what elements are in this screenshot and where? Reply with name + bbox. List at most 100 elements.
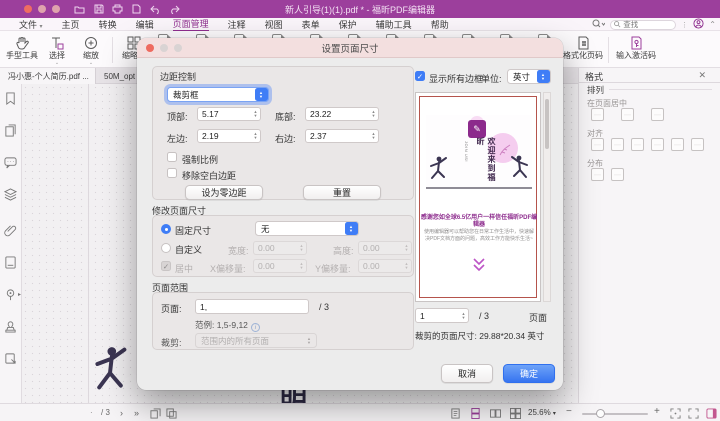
layers-panel-icon[interactable] (4, 188, 18, 202)
attachments-panel-icon[interactable] (4, 224, 18, 238)
export-panel-icon[interactable] (4, 352, 18, 366)
search-input[interactable] (623, 20, 669, 29)
menu-home[interactable]: 主页 (62, 18, 80, 31)
page-number-field[interactable]: · (90, 408, 93, 417)
zoom-tool-icon (74, 33, 108, 50)
continuous-view-icon[interactable] (470, 408, 481, 419)
stamps-panel-icon[interactable] (4, 320, 18, 334)
align-right-icon[interactable] (631, 138, 644, 151)
align-top-icon[interactable] (651, 138, 664, 151)
show-all-borders-label: 显示所有边框 (429, 72, 483, 85)
zero-margin-button[interactable]: 设为零边距 (185, 185, 263, 200)
right-margin-field[interactable]: 2.37▲▼ (305, 129, 379, 143)
sidebar-expand-arrow-icon[interactable]: ▸ (18, 291, 21, 298)
facing-view-icon[interactable] (490, 408, 501, 419)
banner-leaf-decor (498, 143, 512, 157)
fixed-size-dropdown[interactable]: 无 ▲▼ (255, 221, 359, 236)
show-all-borders-checkbox[interactable]: ✓ (415, 71, 425, 81)
stepper-icon[interactable]: ▲▼ (369, 132, 378, 139)
align-center-icon[interactable] (611, 138, 624, 151)
ok-button[interactable]: 确定 (503, 364, 555, 383)
format-page-number-button[interactable]: 格式化页码 (560, 33, 606, 61)
pages-panel-icon[interactable] (4, 124, 18, 138)
align-bottom-icon[interactable] (691, 138, 704, 151)
next-page-icon[interactable]: › (120, 408, 123, 418)
info-icon[interactable]: i (251, 323, 260, 332)
clipboard-copy-icon[interactable] (166, 408, 177, 419)
distribute-vertical-icon[interactable] (611, 168, 624, 181)
menu-protect[interactable]: 保护 (339, 18, 357, 31)
constrain-proportions-checkbox[interactable] (167, 152, 177, 162)
chevron-down-icon: ▾ (553, 411, 556, 417)
preview-page-field[interactable]: 1▲▼ (415, 308, 469, 323)
zoom-out-button[interactable]: − (566, 406, 572, 417)
document-tab-1[interactable]: 冯小惠-个人简历.pdf ... (0, 68, 96, 84)
zoom-in-button[interactable]: + (654, 406, 660, 417)
cancel-button[interactable]: 取消 (441, 364, 493, 383)
x-offset-field: 0.00▲▼ (253, 259, 307, 273)
select-tool-button[interactable]: 选择⌄ (40, 33, 74, 65)
fit-page-icon[interactable] (670, 408, 681, 419)
left-margin-field[interactable]: 2.19▲▼ (197, 129, 261, 143)
menu-comment[interactable]: 注释 (228, 18, 246, 31)
menu-view[interactable]: 视图 (265, 18, 283, 31)
menu-accessibility[interactable]: 辅助工具 (376, 18, 412, 31)
zoom-tool-button[interactable]: 缩放⌄ (74, 33, 108, 65)
align-left-icon[interactable] (591, 138, 604, 151)
fixed-size-radio[interactable] (161, 224, 171, 234)
dropdown-arrows-icon: ▲▼ (303, 334, 316, 347)
unit-dropdown[interactable]: 英寸 ▲▼ (507, 69, 551, 84)
collapse-ribbon-icon[interactable]: ⌃ (709, 20, 716, 29)
fields-panel-icon[interactable] (4, 256, 18, 270)
zoom-slider[interactable] (582, 413, 648, 415)
stepper-icon[interactable]: ▲▼ (459, 312, 468, 319)
single-page-view-icon[interactable] (450, 408, 461, 419)
center-both-icon[interactable] (651, 108, 664, 121)
bookmarks-panel-icon[interactable] (4, 92, 18, 106)
custom-size-radio[interactable] (161, 243, 171, 253)
more-options-icon[interactable]: ⋮ (681, 21, 688, 29)
preview-scrollbar[interactable] (543, 92, 551, 302)
distribute-horizontal-icon[interactable] (591, 168, 604, 181)
fullscreen-icon[interactable] (688, 408, 699, 419)
banner-figure-left (428, 155, 448, 187)
menu-convert[interactable]: 转换 (99, 18, 117, 31)
page-range-input[interactable]: 1, (195, 299, 309, 314)
page-label: 页面: (161, 302, 182, 315)
bottom-margin-field[interactable]: 23.22▲▼ (305, 107, 379, 121)
width-field: 0.00▲▼ (253, 241, 307, 255)
align-middle-icon[interactable] (671, 138, 684, 151)
close-icon[interactable]: ✕ (698, 70, 706, 81)
top-margin-field[interactable]: 5.17▲▼ (197, 107, 261, 121)
stepper-icon[interactable]: ▲▼ (251, 110, 260, 117)
menu-file[interactable]: 文件 ▾ (19, 18, 43, 31)
continuous-facing-view-icon[interactable] (510, 408, 521, 419)
stepper-icon[interactable]: ▲▼ (251, 132, 260, 139)
account-avatar-icon[interactable] (693, 18, 704, 31)
reset-button[interactable]: 重置 (303, 185, 381, 200)
enter-activation-code-button[interactable]: 输入激活码 (612, 33, 660, 61)
box-type-dropdown[interactable]: 裁剪框 ▲▼ (167, 87, 269, 102)
center-vertical-icon[interactable] (621, 108, 634, 121)
menu-help[interactable]: 帮助 (431, 18, 449, 31)
find-options-icon[interactable] (592, 19, 605, 30)
remove-white-margins-checkbox[interactable] (167, 168, 177, 178)
stepper-icon[interactable]: ▲▼ (369, 110, 378, 117)
panel-toggle-icon[interactable] (706, 408, 717, 419)
zoom-level-dropdown[interactable]: 25.6% ▾ (528, 408, 556, 417)
scrollbar-thumb[interactable] (545, 99, 549, 149)
snapshot-icon[interactable] (150, 408, 161, 419)
destinations-panel-icon[interactable] (4, 288, 18, 302)
center-horizontal-icon[interactable] (591, 108, 604, 121)
crop-label: 裁剪: (161, 336, 182, 349)
menu-page-management[interactable]: 页面管理 (173, 17, 209, 32)
last-page-icon[interactable]: » (134, 408, 139, 418)
menu-edit[interactable]: 编辑 (136, 18, 154, 31)
page-count-label: / 3 (101, 408, 110, 417)
menu-form[interactable]: 表单 (302, 18, 320, 31)
page-range-group: 页面: 1, / 3 范例: 1,5-9,12i 裁剪: 范围内的所有页面 ▲▼ (152, 292, 414, 350)
chevron-down-icon: ⌄ (74, 61, 108, 65)
comments-panel-icon[interactable] (4, 156, 18, 170)
hand-tool-button[interactable]: 手型工具 (2, 33, 42, 61)
zoom-slider-knob[interactable] (596, 409, 605, 418)
